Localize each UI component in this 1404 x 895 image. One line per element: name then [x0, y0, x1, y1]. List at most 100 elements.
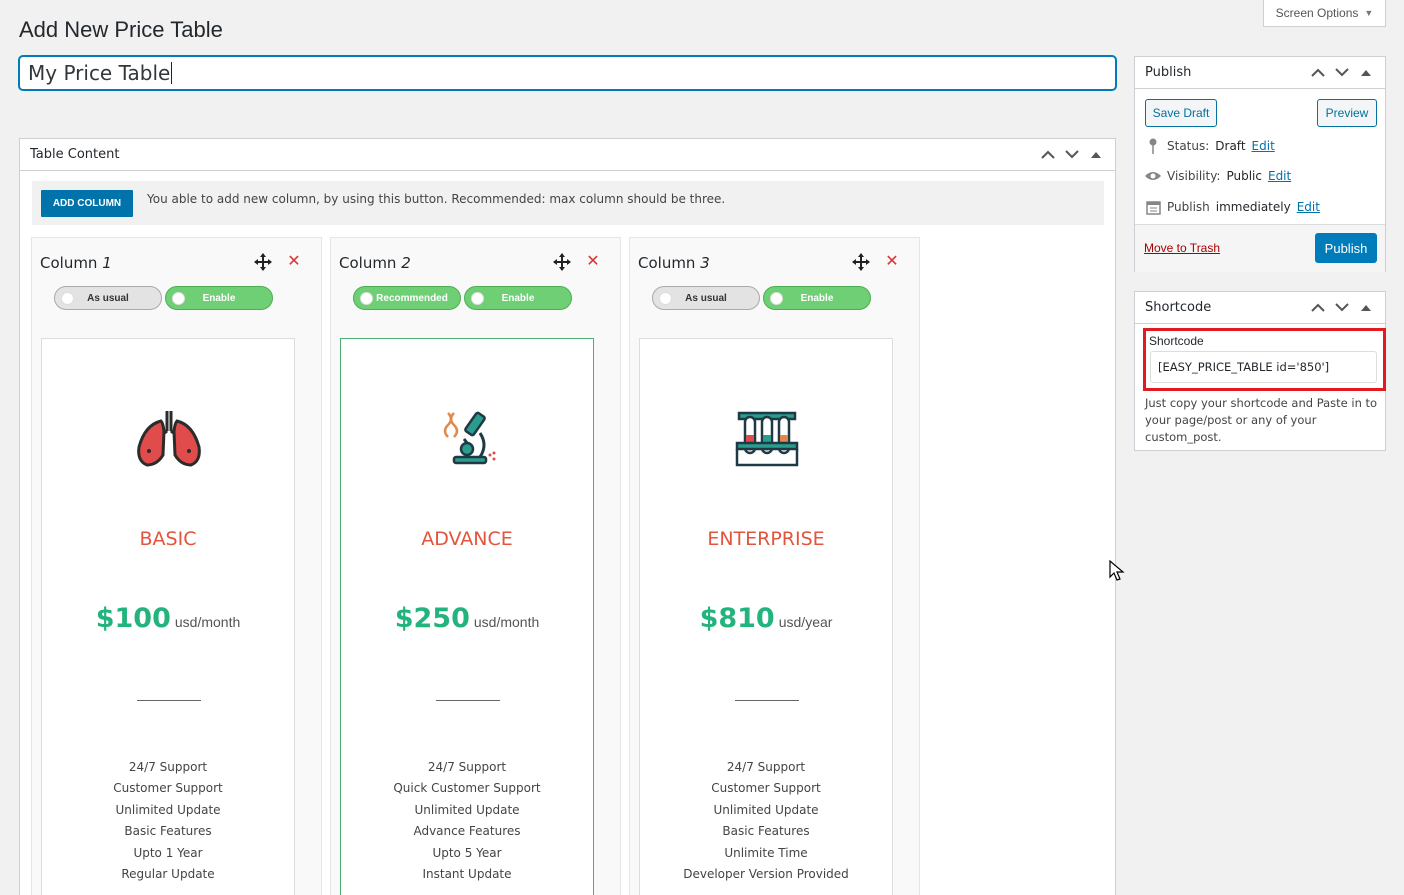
- move-up-icon[interactable]: [1039, 146, 1057, 164]
- column-label: Column: [638, 254, 696, 272]
- type-toggle-label: Recommended: [376, 292, 448, 304]
- currency-symbol: $: [699, 603, 719, 634]
- price-amount: 250: [413, 603, 470, 634]
- feature-item: Upto 1 Year: [133, 845, 203, 860]
- pin-icon: [1145, 138, 1161, 154]
- shortcode-title: Shortcode: [1145, 300, 1212, 315]
- price-column-1: Column 1 ✕ As usual Enable BASIC $100 usd…: [31, 237, 322, 895]
- toggle-knob: [770, 292, 783, 305]
- column-label: Column: [40, 254, 98, 272]
- feature-item: 24/7 Support: [128, 760, 208, 774]
- type-toggle-label: As usual: [685, 292, 727, 304]
- feature-item: Developer Version Provided: [683, 866, 849, 881]
- status-toggle-label: Enable: [800, 292, 834, 304]
- divider: [436, 700, 500, 701]
- toggle-knob: [360, 292, 373, 305]
- column-number: 2: [401, 254, 411, 272]
- toggle-panel-icon[interactable]: [1357, 299, 1375, 317]
- visibility-row: Visibility: Public Edit: [1145, 168, 1291, 184]
- publish-box: Publish Save Draft Preview Status: Draft E…: [1134, 56, 1386, 272]
- feature-item: Unlimite Time: [724, 845, 808, 860]
- status-toggle-label: Enable: [501, 292, 535, 304]
- text-cursor: [171, 62, 173, 84]
- schedule-label: Publish: [1167, 200, 1210, 214]
- plan-price: $100 usd/month: [42, 603, 294, 634]
- status-toggle[interactable]: Enable: [763, 286, 871, 310]
- schedule-value: immediately: [1215, 200, 1291, 214]
- shortcode-input[interactable]: [EASY_PRICE_TABLE id='850']: [1150, 351, 1377, 383]
- schedule-row: Publish immediately Edit: [1145, 199, 1320, 215]
- status-label: Status:: [1167, 139, 1210, 153]
- add-column-button[interactable]: ADD COLUMN: [41, 189, 133, 217]
- status-toggle-label: Enable: [202, 292, 236, 304]
- edit-visibility-link[interactable]: Edit: [1268, 169, 1291, 183]
- delete-column-icon[interactable]: ✕: [884, 252, 900, 270]
- price-unit: usd/year: [778, 614, 833, 630]
- feature-item: Upto 5 Year: [432, 845, 502, 860]
- divider: [735, 700, 799, 701]
- feature-item: 24/7 Support: [726, 760, 806, 774]
- handle-actions: [1309, 299, 1375, 317]
- delete-column-icon[interactable]: ✕: [286, 252, 302, 270]
- move-down-icon[interactable]: [1063, 146, 1081, 164]
- price-column-3: Column 3 ✕ As usual Enable ENTERPRISE $8…: [629, 237, 920, 895]
- toggle-panel-icon[interactable]: [1357, 64, 1375, 82]
- edit-status-link[interactable]: Edit: [1252, 139, 1275, 153]
- toggle-knob: [471, 292, 484, 305]
- shortcode-highlight: Shortcode [EASY_PRICE_TABLE id='850']: [1143, 328, 1386, 391]
- page-title: Add New Price Table: [19, 17, 223, 42]
- preview-button[interactable]: Preview: [1317, 99, 1377, 127]
- currency-symbol: $: [394, 603, 414, 634]
- status-toggle[interactable]: Enable: [464, 286, 572, 310]
- table-content-title: Table Content: [30, 147, 120, 162]
- price-unit: usd/month: [174, 614, 241, 630]
- feature-list: 24/7 Support Customer Support Unlimited …: [42, 757, 294, 885]
- type-toggle[interactable]: As usual: [652, 286, 760, 310]
- status-row: Status: Draft Edit: [1145, 138, 1275, 154]
- toggle-panel-icon[interactable]: [1087, 146, 1105, 164]
- lungs-icon: [137, 411, 201, 467]
- feature-item: Instant Update: [422, 866, 512, 881]
- type-toggle[interactable]: As usual: [54, 286, 162, 310]
- feature-item: Unlimited Update: [115, 802, 221, 817]
- screen-options-button[interactable]: Screen Options ▼: [1263, 0, 1386, 27]
- feature-item: Quick Customer Support: [393, 781, 541, 796]
- type-toggle[interactable]: Recommended: [353, 286, 461, 310]
- move-up-icon[interactable]: [1309, 64, 1327, 82]
- price-amount: 100: [114, 603, 171, 634]
- move-icon[interactable]: [852, 253, 870, 271]
- shortcode-header: Shortcode: [1135, 292, 1385, 324]
- price-card: BASIC $100 usd/month 24/7 Support Custome…: [41, 338, 295, 895]
- title-input[interactable]: My Price Table: [19, 56, 1116, 90]
- feature-item: Advance Features: [413, 824, 521, 839]
- price-card: ENTERPRISE $810 usd/year 24/7 Support Cus…: [639, 338, 893, 895]
- feature-item: Regular Update: [121, 866, 215, 881]
- status-toggle[interactable]: Enable: [165, 286, 273, 310]
- feature-list: 24/7 Support Customer Support Unlimited …: [640, 757, 892, 885]
- move-icon[interactable]: [254, 253, 272, 271]
- divider: [137, 700, 201, 701]
- caret-down-icon: ▼: [1364, 8, 1374, 18]
- move-down-icon[interactable]: [1333, 64, 1351, 82]
- edit-schedule-link[interactable]: Edit: [1297, 200, 1320, 214]
- shortcode-label: Shortcode: [1149, 334, 1204, 348]
- type-toggle-label: As usual: [87, 292, 129, 304]
- visibility-label: Visibility:: [1167, 169, 1221, 183]
- plan-name: ENTERPRISE: [707, 528, 825, 550]
- feature-item: Customer Support: [711, 781, 821, 796]
- feature-list: 24/7 Support Quick Customer Support Unli…: [341, 757, 593, 885]
- eye-icon: [1145, 168, 1161, 184]
- save-draft-button[interactable]: Save Draft: [1145, 99, 1217, 127]
- publish-title: Publish: [1145, 65, 1192, 80]
- move-up-icon[interactable]: [1309, 299, 1327, 317]
- price-card-featured: ADVANCE $250 usd/month 24/7 Support Quick…: [340, 338, 594, 895]
- move-icon[interactable]: [553, 253, 571, 271]
- add-column-notice-text: You able to add new column, by using thi…: [147, 192, 726, 206]
- delete-column-icon[interactable]: ✕: [585, 252, 601, 270]
- move-down-icon[interactable]: [1333, 299, 1351, 317]
- column-heading: Column 1: [40, 254, 112, 272]
- publish-button[interactable]: Publish: [1315, 233, 1377, 263]
- move-to-trash-link[interactable]: Move to Trash: [1144, 241, 1220, 255]
- column-label: Column: [339, 254, 397, 272]
- shortcode-help-text: Just copy your shortcode and Paste in to…: [1145, 396, 1378, 444]
